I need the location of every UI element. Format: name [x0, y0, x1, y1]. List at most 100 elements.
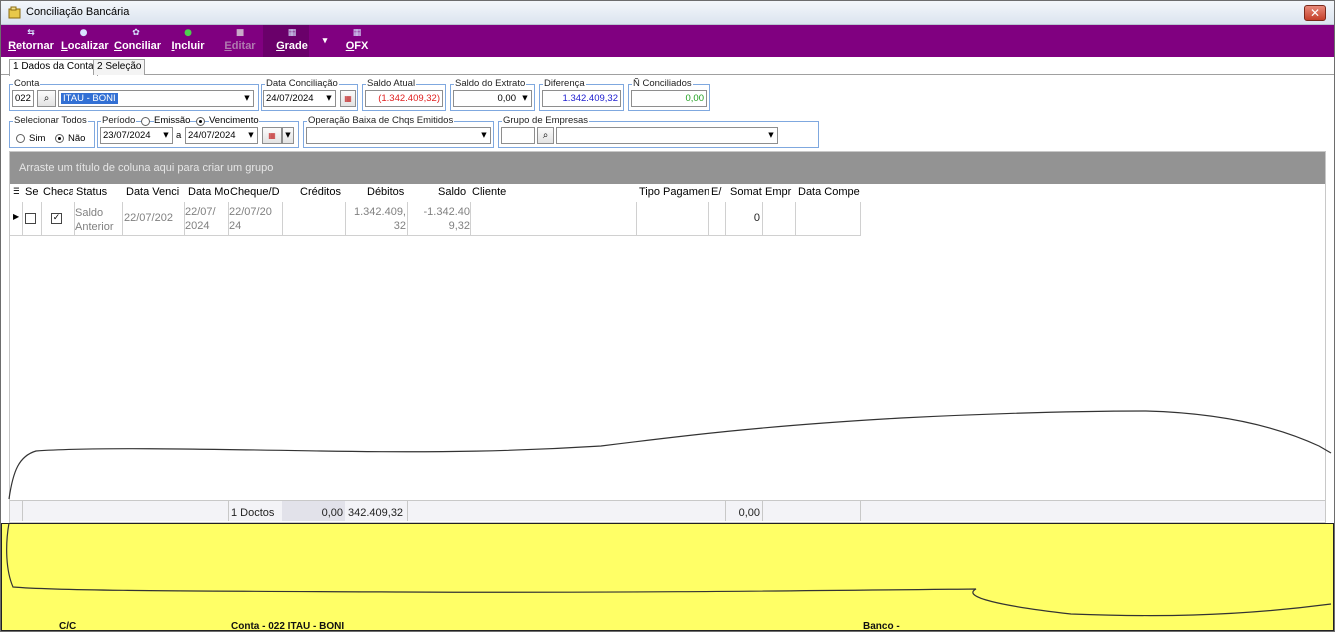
vencimento-label: Vencimento — [209, 115, 259, 126]
conciliar-label: Conciliar — [114, 40, 162, 52]
add-icon: ● — [184, 28, 192, 38]
grupo-empresas-group: Grupo de Empresas ⌕ ▼ — [498, 115, 819, 148]
retornar-button[interactable]: ⇆ Retornar — [8, 27, 54, 55]
ofx-button[interactable]: ▦ OFX — [341, 27, 373, 55]
calendar-icon[interactable]: ▦ — [340, 90, 356, 107]
data-conciliacao-label: Data Conciliação — [265, 78, 339, 89]
data-conciliacao-group: Data Conciliação 24/07/2024 ▼ ▦ — [261, 78, 358, 111]
grupo-code-input[interactable] — [501, 127, 535, 144]
calendar-icon[interactable]: ▦ — [262, 127, 282, 144]
cell-cheque: 22/07/20 24 — [229, 206, 272, 232]
app-window: Conciliação Bancária ✕ ⇆ Retornar ● Loca… — [0, 0, 1335, 632]
operacao-label: Operação Baixa de Chqs Emitidos — [307, 115, 455, 126]
toolbar: ⇆ Retornar ● Localizar ✿ Conciliar ● Inc… — [1, 25, 1334, 57]
retornar-label: Retornar — [8, 40, 54, 52]
title-bar: Conciliação Bancária ✕ — [1, 1, 1334, 25]
row-indicator-icon: ▶ — [13, 212, 20, 221]
periodo-from-value: 23/07/2024 — [103, 130, 151, 141]
header-data-venc[interactable]: Data Venci — [126, 186, 184, 198]
checa-checkbox[interactable]: ✓ — [51, 213, 62, 224]
periodo-separator: a — [176, 130, 182, 141]
search-icon[interactable]: ⌕ — [537, 127, 554, 144]
group-by-panel[interactable]: Arraste um título de coluna aqui para cr… — [10, 152, 1325, 184]
status-banco: Banco - — [863, 621, 900, 632]
header-cliente[interactable]: Cliente — [472, 186, 532, 198]
footer-creditos: 0,00 — [321, 507, 343, 519]
incluir-button[interactable]: ● Incluir — [171, 27, 205, 55]
grade-button[interactable]: ▦ Grade — [275, 27, 309, 55]
conciliar-button[interactable]: ✿ Conciliar — [114, 27, 162, 55]
cell-data-comp — [797, 205, 859, 239]
header-cheque[interactable]: Cheque/D — [230, 186, 282, 198]
cell-cliente — [472, 205, 632, 239]
header-es[interactable]: E/ — [711, 186, 723, 198]
header-tipo-pagamento[interactable]: Tipo Pagamen — [639, 186, 709, 198]
nao-radio[interactable] — [55, 134, 64, 143]
cell-data-venc: 22/07/202 — [124, 212, 173, 224]
cell-status: Saldo Anterior — [75, 207, 114, 233]
diferenca-group: Diferença 1.342.409,32 — [539, 78, 624, 111]
header-debitos[interactable]: Débitos — [367, 186, 407, 198]
localizar-button[interactable]: ● Localizar — [61, 27, 109, 55]
operacao-select[interactable]: ▼ — [306, 127, 491, 144]
grade-label: Grade — [276, 40, 308, 52]
vencimento-radio[interactable] — [196, 117, 205, 126]
data-conciliacao-input[interactable]: 24/07/2024 ▼ — [263, 90, 336, 107]
conta-select[interactable]: ITAU - BONI ▼ — [58, 90, 254, 107]
tab-strip: 1 Dados da Conta 2 Seleção — [1, 58, 1334, 76]
chevron-down-icon[interactable]: ▼ — [282, 127, 294, 144]
grid-footer — [10, 500, 1325, 521]
search-icon[interactable]: ⌕ — [37, 90, 56, 107]
cell-creditos — [283, 205, 345, 239]
tab-dados-da-conta[interactable]: 1 Dados da Conta — [9, 59, 98, 76]
header-checa[interactable]: Checa — [43, 186, 73, 198]
header-creditos[interactable]: Créditos — [300, 186, 345, 198]
selecionar-todos-label: Selecionar Todos — [13, 115, 88, 126]
operacao-group: Operação Baixa de Chqs Emitidos ▼ — [303, 115, 494, 148]
conta-code-input[interactable]: 022 — [12, 90, 34, 107]
return-icon: ⇆ — [27, 28, 35, 38]
nao-conciliados-group: Ñ Conciliados 0,00 — [628, 78, 710, 111]
ofx-label: OFX — [345, 40, 369, 52]
cell-tipo-pagamento — [638, 205, 706, 239]
cell-es — [710, 205, 724, 239]
chevron-down-icon: ▼ — [481, 131, 487, 139]
incluir-label: Incluir — [171, 40, 205, 52]
header-data-mov[interactable]: Data Mo — [188, 186, 229, 198]
periodo-group: Período Emissão Vencimento 23/07/2024 ▼ … — [97, 115, 299, 148]
editar-label: Editar — [224, 40, 256, 52]
cell-data-mov: 22/07/ 2024 — [185, 206, 216, 232]
emissao-label: Emissão — [154, 115, 191, 126]
chevron-down-icon: ▼ — [248, 131, 254, 139]
chevron-down-icon: ▼ — [163, 131, 169, 139]
tab-selecao[interactable]: 2 Seleção — [93, 59, 146, 75]
status-conta: Conta - 022 ITAU - BONI — [231, 621, 345, 632]
column-chooser-icon[interactable]: ☰ — [13, 186, 19, 197]
conta-name: ITAU - BONI — [61, 93, 118, 104]
cell-debitos: 1.342.409, 32 — [354, 206, 406, 232]
sim-radio[interactable] — [16, 134, 25, 143]
periodo-to-input[interactable]: 24/07/2024 ▼ — [185, 127, 258, 144]
select-checkbox[interactable] — [25, 213, 36, 224]
header-se[interactable]: Se — [25, 186, 41, 198]
header-data-comp[interactable]: Data Compe — [798, 186, 860, 198]
header-status[interactable]: Status — [76, 186, 121, 198]
cell-empr — [764, 205, 794, 239]
localizar-label: Localizar — [61, 40, 109, 52]
periodo-from-input[interactable]: 23/07/2024 ▼ — [100, 127, 173, 144]
grupo-select[interactable]: ▼ — [556, 127, 778, 144]
header-saldo[interactable]: Saldo — [438, 186, 470, 198]
nao-conciliados-label: Ñ Conciliados — [632, 78, 693, 89]
close-button[interactable]: ✕ — [1304, 5, 1326, 21]
emissao-radio[interactable] — [141, 117, 150, 126]
header-somat[interactable]: Somat — [730, 186, 764, 198]
saldo-extrato-input[interactable]: 0,00 ▼ — [453, 90, 532, 107]
chevron-down-icon: ▼ — [244, 94, 250, 102]
periodo-to-value: 24/07/2024 — [188, 130, 236, 141]
chevron-down-icon: ▼ — [522, 94, 528, 102]
cell-saldo: -1.342.40 9,32 — [423, 206, 470, 232]
editar-button[interactable]: ■ Editar — [223, 27, 257, 55]
saldo-atual-group: Saldo Atual (1.342.409,32) — [362, 78, 446, 111]
header-empr[interactable]: Empr — [765, 186, 795, 198]
saldo-extrato-label: Saldo do Extrato — [454, 78, 527, 89]
